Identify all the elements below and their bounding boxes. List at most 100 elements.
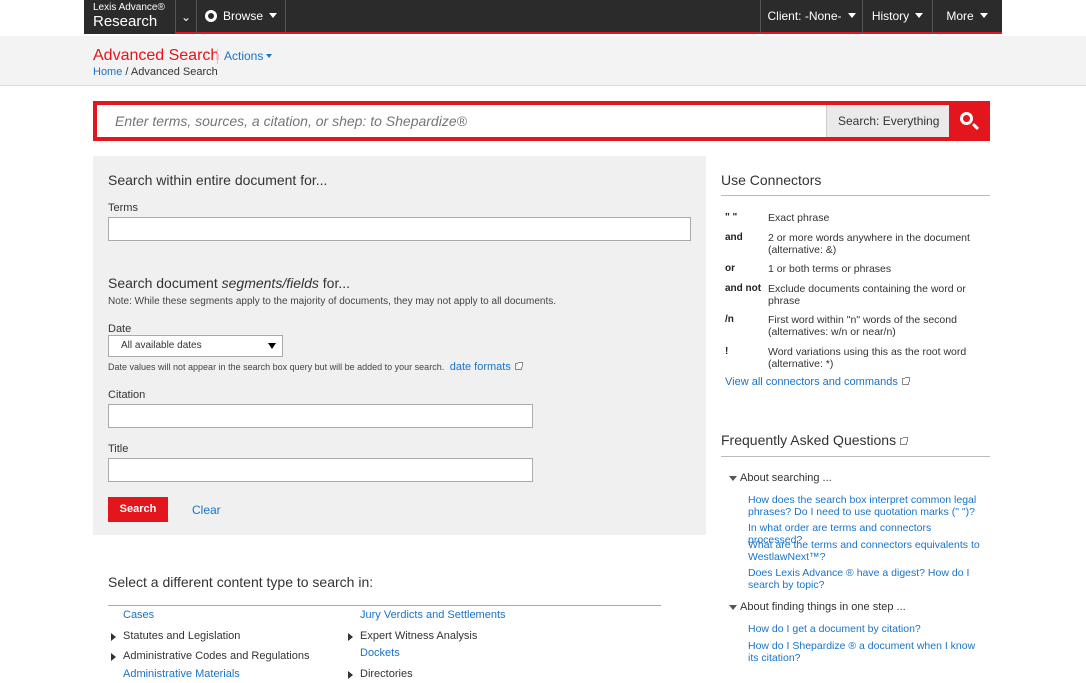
view-all-connectors-link[interactable]: View all connectors and commands (725, 376, 910, 388)
divider (108, 605, 661, 606)
title-label: Title (108, 443, 129, 455)
content-type-jury-verdicts[interactable]: Jury Verdicts and Settlements (360, 609, 506, 621)
collapse-arrow-icon (729, 605, 737, 610)
faq-section-searching[interactable]: About searching ... (729, 472, 832, 484)
faq-section-label: About finding things in one step ... (740, 601, 906, 613)
content-type-directories[interactable]: Directories (348, 668, 413, 680)
browse-menu[interactable]: Browse (197, 0, 285, 34)
content-type-cases[interactable]: Cases (123, 609, 154, 621)
connector-key: or (725, 263, 735, 274)
history-menu[interactable]: History (863, 0, 932, 34)
external-link-icon (514, 362, 523, 370)
faq-question-link[interactable]: What are the terms and connectors equiva… (748, 539, 986, 563)
divider (721, 195, 990, 196)
heading-post: for... (318, 275, 351, 291)
connector-desc: Word variations using this as the root w… (768, 346, 967, 370)
connector-desc: 1 or both terms or phrases (768, 263, 892, 275)
section-heading-segments: Search document segments/fields for... (108, 275, 350, 291)
breadcrumb-separator: / (122, 66, 131, 78)
date-select[interactable]: All available dates (108, 335, 283, 357)
date-note-text: Date values will not appear in the searc… (108, 362, 445, 372)
content-type-label: Statutes and Legislation (123, 630, 241, 642)
caret-down-icon (269, 13, 278, 18)
divider (721, 456, 990, 457)
more-label: More (946, 9, 974, 23)
search-scope-selector[interactable]: Search: Everything (826, 105, 949, 137)
faq-question-link[interactable]: How do I get a document by citation? (748, 623, 986, 635)
title-field[interactable] (108, 458, 533, 482)
content-type-admin-materials[interactable]: Administrative Materials (123, 668, 240, 680)
faq-question-link[interactable]: How does the search box interpret common… (748, 494, 986, 518)
divider (285, 0, 286, 34)
external-link-icon (900, 437, 909, 445)
content-type-label: Directories (360, 668, 413, 680)
browse-label: Browse (223, 9, 264, 23)
search-submit-button[interactable] (949, 105, 987, 137)
search-button[interactable]: Search (108, 497, 168, 522)
heading-em: segments/fields (221, 275, 319, 291)
advanced-search-form: Search within entire document for... Ter… (93, 156, 706, 535)
connector-key: and not (725, 283, 762, 294)
connector-key: /n (725, 314, 734, 325)
section-heading-entire-document: Search within entire document for... (108, 172, 328, 188)
content-type-label: Administrative Materials (123, 668, 240, 680)
product-logo[interactable]: Lexis Advance® Research (84, 0, 175, 34)
connector-key: ! (725, 346, 729, 357)
heading-pre: Search document (108, 275, 222, 291)
content-type-label: Expert Witness Analysis (360, 630, 478, 642)
faq-section-finding[interactable]: About finding things in one step ... (729, 601, 906, 613)
expand-arrow-icon[interactable] (111, 653, 116, 661)
connector-key: " " (725, 212, 738, 223)
main-search-bar: Search: Everything (93, 101, 990, 141)
connector-desc: Exact phrase (768, 212, 830, 224)
globe-icon (205, 10, 217, 22)
faq-question-link[interactable]: How do I Shepardize ® a document when I … (748, 640, 986, 664)
date-note: Date values will not appear in the searc… (108, 361, 523, 373)
content-type-label: Administrative Codes and Regulations (123, 650, 310, 662)
citation-field[interactable] (108, 404, 533, 428)
right-gutter (1002, 0, 1086, 34)
search-icon (960, 112, 973, 125)
breadcrumb: Home / Advanced Search (93, 66, 218, 78)
terms-field[interactable] (108, 217, 691, 241)
clear-button[interactable]: Clear (192, 503, 221, 517)
actions-menu[interactable]: Actions (217, 49, 273, 64)
page-title: Advanced Search (93, 47, 220, 64)
content-type-expert-witness[interactable]: Expert Witness Analysis (348, 630, 478, 642)
content-type-admin-codes[interactable]: Administrative Codes and Regulations (111, 650, 310, 662)
faq-question-link[interactable]: Does Lexis Advance ® have a digest? How … (748, 567, 986, 591)
caret-down-icon (266, 54, 273, 58)
left-gutter (0, 0, 84, 34)
date-formats-link[interactable]: date formats (450, 361, 511, 373)
breadcrumb-home-link[interactable]: Home (93, 66, 122, 78)
page-header: Advanced Search Actions Home / Advanced … (0, 36, 1086, 86)
content-type-label: Jury Verdicts and Settlements (360, 609, 506, 621)
segments-note: Note: While these segments apply to the … (108, 296, 557, 307)
caret-down-icon (915, 13, 924, 18)
expand-arrow-icon[interactable] (348, 633, 353, 641)
dropdown-arrow-icon (268, 343, 276, 349)
connectors-heading: Use Connectors (721, 172, 822, 188)
caret-down-icon (979, 13, 988, 18)
citation-label: Citation (108, 389, 146, 401)
connector-desc: 2 or more words anywhere in the document… (768, 232, 970, 256)
actions-label: Actions (224, 49, 264, 63)
brand-line2: Research (93, 13, 158, 30)
content-type-heading: Select a different content type to searc… (108, 574, 374, 590)
collapse-arrow-icon (729, 476, 737, 481)
caret-down-icon (847, 13, 856, 18)
content-type-statutes[interactable]: Statutes and Legislation (111, 630, 241, 642)
expand-arrow-icon[interactable] (111, 633, 116, 641)
content-type-dockets[interactable]: Dockets (360, 647, 400, 659)
more-menu[interactable]: More (933, 0, 1001, 34)
client-menu[interactable]: Client: -None- (761, 0, 862, 34)
faq-section-label: About searching ... (740, 472, 832, 484)
expand-arrow-icon[interactable] (348, 671, 353, 679)
faq-heading-text: Frequently Asked Questions (721, 432, 897, 448)
product-switcher-chevron-icon[interactable]: ⌄ (176, 0, 196, 34)
date-label: Date (108, 323, 132, 335)
link-text: View all connectors and commands (725, 376, 898, 388)
faq-heading[interactable]: Frequently Asked Questions (721, 432, 909, 448)
terms-label: Terms (108, 202, 138, 214)
search-input[interactable] (101, 105, 826, 137)
